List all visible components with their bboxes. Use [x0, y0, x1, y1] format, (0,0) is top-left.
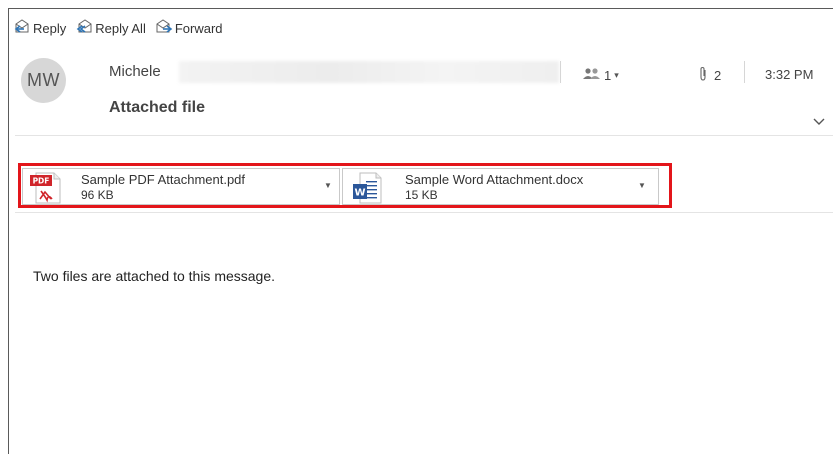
- attachment-count: 2: [714, 68, 722, 83]
- message-subject: Attached file: [109, 99, 206, 116]
- chevron-down-icon: ▾: [614, 70, 619, 80]
- sender-name[interactable]: Michele: [109, 63, 161, 80]
- attachment-name: Sample Word Attachment.docx: [405, 172, 584, 187]
- paperclip-icon: [698, 66, 708, 85]
- people-icon: [582, 67, 602, 84]
- reply-label: Reply: [33, 20, 67, 36]
- message-reading-pane: Reply Reply All Forward MW Michele Attac…: [8, 8, 833, 454]
- expand-header-chevron-icon[interactable]: [813, 113, 825, 131]
- people-dropdown[interactable]: 1 ▾: [582, 67, 619, 84]
- attachments-divider: [15, 212, 833, 213]
- reply-all-button[interactable]: Reply All: [75, 18, 146, 38]
- attachment-pdf[interactable]: PDF Sample PDF Attachment.pdf 96 KB ▼: [22, 168, 340, 205]
- attachment-word[interactable]: W Sample Word Attachment.docx 15 KB ▼: [342, 168, 659, 205]
- redacted-email-address: [179, 61, 559, 83]
- word-file-icon: W: [348, 172, 384, 209]
- attachment-name: Sample PDF Attachment.pdf: [81, 172, 246, 187]
- reply-button[interactable]: Reply: [13, 18, 67, 38]
- header-separator: [560, 61, 561, 83]
- people-count: 1: [604, 68, 612, 83]
- avatar[interactable]: MW: [21, 58, 66, 103]
- pdf-file-icon: PDF: [28, 172, 64, 209]
- attachment-menu-chevron-icon[interactable]: ▼: [324, 181, 332, 190]
- attachment-size: 96 KB: [81, 188, 114, 202]
- message-actions-toolbar: Reply Reply All Forward: [13, 18, 232, 38]
- message-body: Two files are attached to this message.: [33, 268, 276, 284]
- attachment-size: 15 KB: [405, 188, 438, 202]
- attachment-count-indicator: 2: [698, 66, 721, 85]
- message-time: 3:32 PM: [765, 67, 814, 82]
- word-badge-text: W: [354, 188, 365, 199]
- forward-label: Forward: [174, 20, 223, 36]
- reply-all-icon: [75, 18, 95, 38]
- reply-icon: [13, 18, 33, 38]
- header-separator: [744, 61, 745, 83]
- attachment-menu-chevron-icon[interactable]: ▼: [638, 181, 646, 190]
- forward-icon: [155, 18, 175, 38]
- forward-button[interactable]: Forward: [155, 18, 223, 38]
- header-divider: [15, 135, 833, 136]
- pdf-badge-text: PDF: [33, 177, 50, 186]
- reply-all-label: Reply All: [95, 20, 146, 36]
